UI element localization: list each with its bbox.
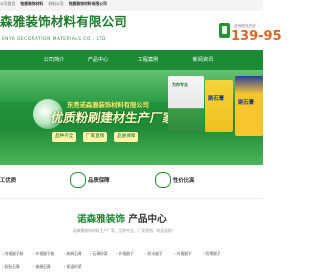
bag-label: 刷石膏 [208,96,225,102]
price-tag-icon [155,172,171,188]
top-link[interactable]: 铭都装饰材料有限公司 [69,1,107,6]
category-link[interactable]: 嵌缝石膏 [33,264,51,270]
feature-strip: 工优质 品质保障 性价比高 [0,166,263,199]
title-text: 产品中心 [128,214,167,225]
bag-label: 刷石膏 [238,100,255,106]
category-link[interactable]: 外墙腻子 [116,251,134,257]
nav-item-about[interactable]: 公司简介 [34,50,74,70]
shield-icon [70,172,86,188]
banner-slogan: 优质粉刷建材生产厂家 [49,110,176,125]
company-english-name: ENYA DECORATION MATERIALS CO., LTD [2,36,106,41]
banner-tag: 品种齐全 [52,132,77,142]
company-name[interactable]: 森雅装饰材料有限公司 [0,11,127,30]
nav-item-cases[interactable]: 工程案例 [128,50,168,70]
banner-tag: 品质保障 [114,132,139,142]
feature-title: 工优质 [0,178,17,184]
category-link[interactable]: 内墙腻子 [174,251,192,257]
feature-title: 品质保障 [88,178,110,184]
category-link[interactable]: 粉刷石膏 [64,251,82,257]
top-bar: 公司首页 铭都装饰材料 材料公司 铭都装饰材料有限公司 [0,0,263,11]
nav-item-products[interactable]: 产品中心 [78,50,118,70]
nav-home[interactable] [0,50,34,70]
top-link[interactable]: 材料公司 [48,1,63,6]
feature-title: 性价比高 [173,178,195,184]
category-row: 内墙腻子粉 外墙腻子粉 粉刷石膏 石膏砂浆 外墙腻子 耐水腻子 内墙腻子 防霉腻… [0,251,263,261]
category-link[interactable]: 保温砂浆 [64,264,82,270]
product-center-subtitle: 诺森雅装饰材料生产厂家，品种齐全，厂家直销，欢迎选购！ [73,228,176,233]
category-link[interactable]: 耐水腻子 [145,251,163,257]
product-bag-image: 为你专业 [168,76,204,134]
product-center-title: 诺森雅装饰 产品中心 [77,211,167,225]
product-bag-image: 刷石膏 [205,80,233,132]
category-link[interactable]: 粘贴石膏 [2,264,20,270]
main-nav: 公司简介 产品中心 工程案例 新闻资讯 [0,50,263,70]
banner-tag: 厂家直销 [83,132,108,142]
top-link[interactable]: 公司首页 [0,1,15,6]
product-bag-image: 刷石膏 [235,76,263,136]
top-links: 公司首页 铭都装饰材料 材料公司 铭都装饰材料有限公司 [0,1,111,7]
hero-banner[interactable]: 东莞诺森雅装饰材料有限公司 优质粉刷建材生产厂家 品种齐全 厂家直销 品质保障 … [0,70,263,165]
title-brand: 诺森雅装饰 [77,214,125,225]
category-row: 粘贴石膏 嵌缝石膏 保温砂浆 [0,264,263,274]
category-link[interactable]: 防霉腻子 [203,251,221,257]
bag-label: 为你专业 [172,82,188,87]
nav-item-news[interactable]: 新闻资讯 [183,50,223,70]
category-link[interactable]: 石膏砂浆 [90,251,108,257]
category-link[interactable]: 内墙腻子粉 [2,251,24,257]
category-link[interactable]: 外墙腻子粉 [33,251,55,257]
top-link[interactable]: 铭都装饰材料 [20,1,43,6]
hotline-number: 139-95 [231,29,282,44]
phone-icon [219,23,230,38]
